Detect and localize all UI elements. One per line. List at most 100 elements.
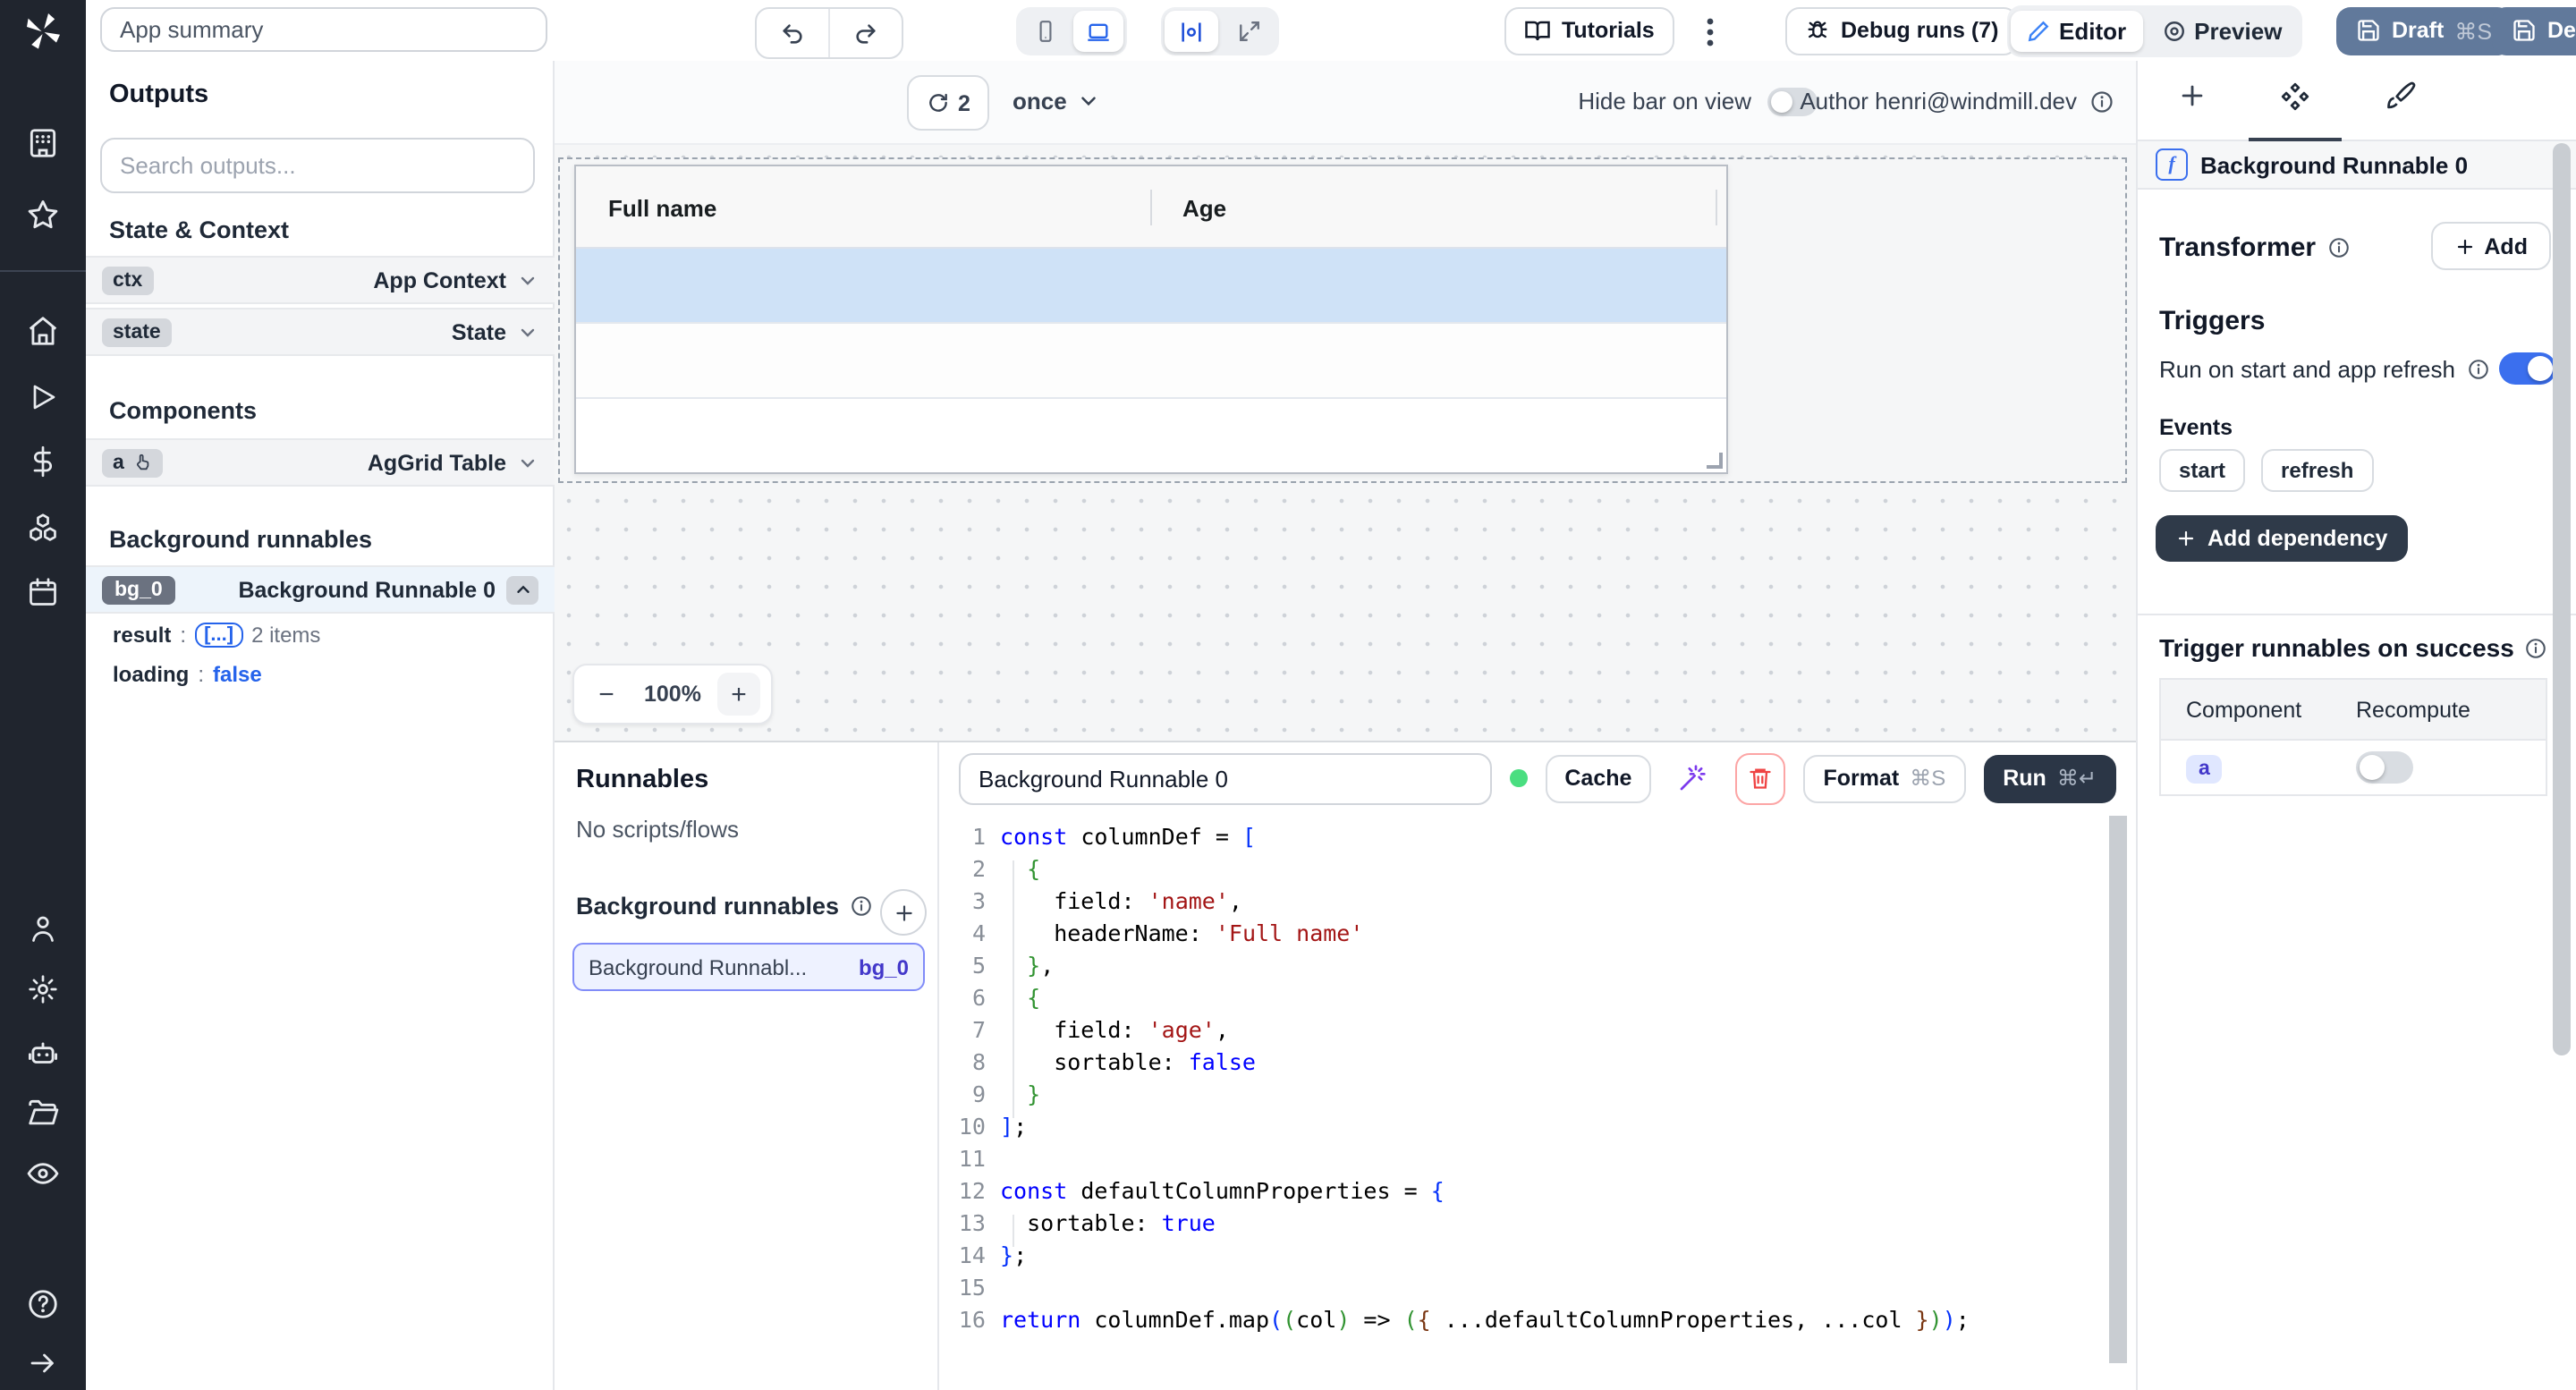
settings-gear-icon[interactable] — [27, 973, 59, 1005]
eye-icon[interactable] — [26, 1157, 60, 1191]
format-label: Format — [1823, 766, 1899, 791]
column-separator[interactable] — [1716, 190, 1717, 225]
code-line[interactable]: { — [1000, 853, 2100, 886]
code-line[interactable]: const columnDef = [ — [1000, 821, 2100, 853]
aggrid-header-age[interactable]: Age — [1182, 166, 1226, 249]
runs-play-icon[interactable] — [27, 381, 59, 413]
cache-button[interactable]: Cache — [1545, 754, 1651, 802]
code-lines[interactable]: const columnDef = [ { field: 'name', hea… — [1000, 814, 2100, 1336]
user-icon[interactable] — [27, 912, 59, 945]
info-icon[interactable] — [2326, 236, 2350, 259]
app-summary-input[interactable] — [100, 7, 547, 52]
code-line[interactable]: { — [1000, 982, 2100, 1014]
code-line[interactable] — [1000, 1143, 2100, 1175]
mobile-view-button[interactable] — [1020, 11, 1070, 52]
format-button[interactable]: Format ⌘S — [1803, 754, 1965, 802]
info-icon[interactable] — [2466, 357, 2489, 380]
code-line[interactable]: const defaultColumnProperties = { — [1000, 1175, 2100, 1208]
tutorials-label: Tutorials — [1562, 18, 1655, 43]
run-button[interactable]: Run ⌘↵ — [1983, 754, 2116, 802]
info-icon[interactable] — [2089, 89, 2114, 114]
aggrid-table-component[interactable]: Full name Age — [574, 165, 1728, 474]
output-row-component-a[interactable]: a AgGrid Table — [86, 438, 555, 487]
add-dependency-button[interactable]: Add dependency — [2156, 515, 2407, 562]
workers-bot-icon[interactable] — [26, 1037, 60, 1071]
component-a-chip[interactable]: a — [2186, 755, 2223, 784]
code-line[interactable]: field: 'age', — [1000, 1014, 2100, 1047]
background-runnable-item[interactable]: Background Runnabl... bg_0 — [572, 943, 925, 991]
collapse-arrow-icon[interactable] — [27, 1347, 59, 1379]
refresh-mode-dropdown[interactable]: once — [1013, 75, 1101, 127]
building-icon[interactable] — [26, 126, 60, 160]
line-number: 6 — [939, 982, 986, 1014]
redo-button[interactable] — [830, 9, 902, 57]
component-settings-tab[interactable] — [2279, 81, 2311, 113]
add-background-runnable-button[interactable] — [880, 889, 927, 936]
editor-scrollbar-thumb[interactable] — [2109, 816, 2127, 1363]
more-options-button[interactable] — [1692, 7, 1728, 55]
aggrid-row-selected[interactable] — [576, 249, 1726, 324]
code-editor[interactable]: 12345678910111213141516 const columnDef … — [939, 814, 2136, 1390]
recompute-toggle[interactable] — [2356, 751, 2413, 784]
ai-wand-button[interactable] — [1669, 754, 1716, 802]
runnable-name-input[interactable] — [959, 752, 1492, 804]
component-column-header: Component — [2161, 697, 2356, 722]
outputs-title: Outputs — [109, 81, 208, 109]
windmill-logo-icon[interactable] — [21, 9, 64, 52]
state-context-title: State & Context — [109, 216, 289, 243]
folders-icon[interactable] — [26, 1096, 60, 1130]
resources-boxes-icon[interactable] — [26, 511, 60, 545]
collapse-chevron-up-button[interactable] — [506, 575, 538, 604]
output-row-state[interactable]: state State — [86, 308, 555, 356]
aggrid-row[interactable] — [576, 324, 1726, 399]
resize-handle[interactable] — [1707, 453, 1723, 469]
deploy-button[interactable]: Deploy — [2492, 6, 2576, 55]
expand-canvas-button[interactable] — [1222, 11, 1275, 52]
result-array-badge[interactable]: [...] — [195, 623, 242, 648]
add-transformer-button[interactable]: Add — [2430, 222, 2551, 270]
code-line[interactable]: sortable: false — [1000, 1047, 2100, 1079]
code-line[interactable]: sortable: true — [1000, 1208, 2100, 1240]
panel-scrollbar-thumb[interactable] — [2553, 143, 2571, 1055]
column-separator[interactable] — [1150, 190, 1152, 225]
info-icon[interactable] — [2525, 636, 2548, 659]
refresh-count-button[interactable]: 2 — [907, 75, 989, 131]
zoom-in-button[interactable]: + — [717, 673, 760, 716]
trigger-table-header: Component Recompute — [2161, 680, 2546, 741]
center-content-button[interactable] — [1165, 11, 1218, 52]
code-line[interactable]: } — [1000, 1079, 2100, 1111]
home-icon[interactable] — [26, 314, 60, 348]
zoom-out-button[interactable]: − — [585, 673, 628, 716]
variables-dollar-icon[interactable] — [27, 445, 59, 478]
editor-mode-tab[interactable]: Editor — [2011, 11, 2142, 52]
bg0-result-row[interactable]: result : [...] 2 items — [113, 623, 320, 648]
debug-runs-button[interactable]: Debug runs (7) — [1785, 6, 2018, 55]
undo-button[interactable] — [757, 9, 830, 57]
code-line[interactable] — [1000, 1272, 2100, 1304]
search-outputs-input[interactable] — [100, 138, 535, 193]
code-line[interactable]: return columnDef.map((col) => ({ ...defa… — [1000, 1304, 2100, 1336]
output-row-ctx[interactable]: ctx App Context — [86, 256, 555, 304]
output-row-bg0[interactable]: bg_0 Background Runnable 0 — [86, 565, 555, 614]
star-icon[interactable] — [26, 198, 60, 232]
insert-component-tab[interactable] — [2177, 81, 2207, 111]
schedules-calendar-icon[interactable] — [27, 576, 59, 608]
preview-mode-tab[interactable]: Preview — [2146, 11, 2298, 52]
code-line[interactable]: headerName: 'Full name' — [1000, 918, 2100, 950]
desktop-view-button[interactable] — [1073, 11, 1123, 52]
theming-brush-tab[interactable] — [2385, 81, 2417, 113]
delete-runnable-button[interactable] — [1734, 752, 1785, 804]
editor-mode-label: Editor — [2059, 18, 2126, 45]
code-line[interactable]: }; — [1000, 1240, 2100, 1272]
help-icon[interactable] — [26, 1287, 60, 1321]
save-draft-button[interactable]: Draft ⌘S — [2336, 6, 2512, 55]
code-line[interactable]: field: 'name', — [1000, 886, 2100, 918]
info-icon[interactable] — [850, 894, 873, 918]
run-on-start-toggle[interactable] — [2499, 352, 2556, 385]
aggrid-header-fullname[interactable]: Full name — [608, 166, 716, 249]
code-line[interactable]: ]; — [1000, 1111, 2100, 1143]
code-line[interactable]: }, — [1000, 950, 2100, 982]
canvas-grid-area[interactable]: Full name Age − 100% + — [555, 143, 2136, 741]
tutorials-button[interactable]: Tutorials — [1504, 6, 1674, 55]
trigger-success-title: Trigger runnables on success — [2159, 633, 2514, 662]
